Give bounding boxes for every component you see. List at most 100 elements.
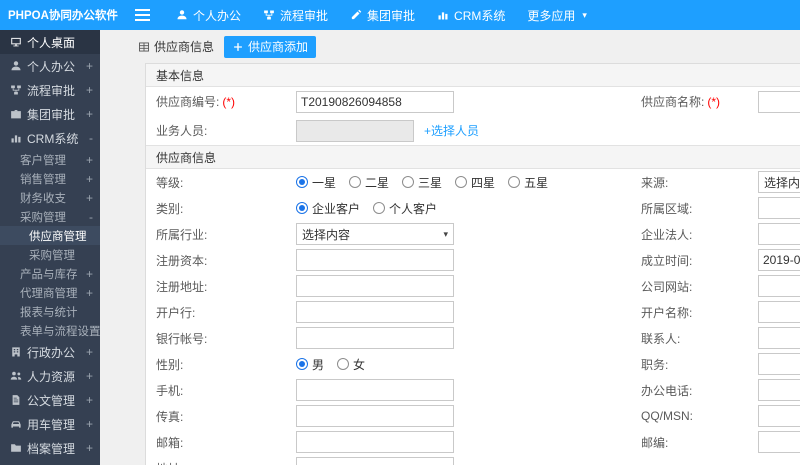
- sidebar-item-sales-mgmt[interactable]: 销售管理 +: [0, 169, 100, 188]
- tab-supplier-info[interactable]: 供应商信息: [130, 36, 222, 58]
- expand-plus-icon[interactable]: +: [86, 345, 93, 359]
- nav-item-group-approval[interactable]: 集团审批: [339, 0, 426, 30]
- sidebar-item-crm-system[interactable]: CRM系统 -: [0, 126, 100, 150]
- supplier-name-input[interactable]: [758, 90, 800, 113]
- sidebar-item-purchasing[interactable]: 采购管理: [0, 245, 100, 264]
- nav-item-crm-system[interactable]: CRM系统: [426, 0, 516, 30]
- expand-plus-icon[interactable]: +: [86, 286, 93, 300]
- industry-select[interactable]: 选择内容 ▾: [296, 223, 454, 245]
- expand-plus-icon[interactable]: +: [86, 369, 93, 383]
- edit-icon: [350, 9, 362, 21]
- sidebar-item-product-inventory[interactable]: 产品与库存 +: [0, 264, 100, 283]
- bank-input[interactable]: [296, 301, 454, 323]
- fax-label: 传真:: [156, 409, 184, 424]
- sidebar-item-agent-mgmt[interactable]: 代理商管理 +: [0, 283, 100, 302]
- required-mark: (*): [707, 95, 721, 109]
- office-phone-input[interactable]: [758, 379, 800, 401]
- expand-plus-icon[interactable]: +: [86, 83, 93, 97]
- sidebar-item-customer-mgmt[interactable]: 客户管理 +: [0, 150, 100, 169]
- category-option-company[interactable]: 企业客户: [296, 200, 360, 217]
- gender-option-male[interactable]: 男: [296, 356, 324, 373]
- sidebar-item-finance[interactable]: 财务收支 +: [0, 188, 100, 207]
- account-name-input[interactable]: [758, 301, 800, 323]
- expand-plus-icon[interactable]: +: [86, 191, 93, 205]
- website-input[interactable]: [758, 275, 800, 297]
- establish-date-label: 成立时间:: [641, 253, 693, 268]
- sidebar-item-personal-desktop[interactable]: 个人桌面: [0, 30, 100, 54]
- grade-option-2star[interactable]: 二星: [349, 174, 389, 191]
- sidebar-item-admin-office[interactable]: 行政办公 +: [0, 340, 100, 364]
- collapse-minus-icon[interactable]: -: [89, 210, 93, 224]
- expand-plus-icon[interactable]: +: [86, 107, 93, 121]
- address-input[interactable]: [296, 457, 454, 465]
- contact-input[interactable]: [758, 327, 800, 349]
- sidebar-item-label: 集团审批: [27, 107, 76, 122]
- sidebar-item-vehicle-mgmt[interactable]: 用车管理 +: [0, 412, 100, 436]
- sidebar-item-supplier-mgmt[interactable]: 供应商管理: [0, 226, 100, 245]
- flow-icon: [10, 84, 22, 96]
- content-area: 供应商信息 供应商添加 基本信息 供应商编号: (*) T20190826094…: [100, 30, 800, 465]
- grade-option-1star[interactable]: 一星: [296, 174, 336, 191]
- expand-plus-icon[interactable]: +: [86, 59, 93, 73]
- grade-option-5star[interactable]: 五星: [508, 174, 548, 191]
- business-person-input[interactable]: [296, 119, 414, 142]
- form-row: 类别: 企业客户 个人客户 所属区域:: [146, 195, 800, 221]
- top-nav: 个人办公 流程审批 集团审批 CRM系统 更多应用 ▾: [165, 0, 598, 30]
- mobile-input[interactable]: [296, 379, 454, 401]
- grade-option-4star[interactable]: 四星: [455, 174, 495, 191]
- bank-account-input[interactable]: [296, 327, 454, 349]
- source-select[interactable]: 选择内容▾: [758, 171, 800, 193]
- form-row: 银行帐号: 联系人:: [146, 325, 800, 351]
- legal-person-input[interactable]: [758, 223, 800, 245]
- establish-date-input[interactable]: [758, 249, 800, 271]
- sidebar-item-personal-office[interactable]: 个人办公 +: [0, 54, 100, 78]
- sidebar-item-purchase-mgmt[interactable]: 采购管理 -: [0, 207, 100, 226]
- sidebar-item-hr[interactable]: 人力资源 +: [0, 364, 100, 388]
- nav-item-more-apps[interactable]: 更多应用 ▾: [516, 0, 598, 30]
- form-row: 开户行: 开户名称:: [146, 299, 800, 325]
- region-input[interactable]: [758, 197, 800, 219]
- sidebar-item-archive-mgmt[interactable]: 档案管理 +: [0, 436, 100, 460]
- sidebar-item-reports-stats[interactable]: 报表与统计: [0, 302, 100, 321]
- expand-plus-icon[interactable]: +: [86, 441, 93, 455]
- form-row: 手机: 办公电话:: [146, 377, 800, 403]
- sidebar-item-process-approval[interactable]: 流程审批 +: [0, 78, 100, 102]
- category-label: 类别:: [156, 201, 184, 216]
- expand-plus-icon[interactable]: +: [86, 417, 93, 431]
- category-option-person[interactable]: 个人客户: [373, 200, 437, 217]
- sidebar-item-group-approval[interactable]: 集团审批 +: [0, 102, 100, 126]
- select-person-link[interactable]: +选择人员: [424, 122, 479, 139]
- briefcase-icon: [10, 108, 22, 120]
- tab-bar: 供应商信息 供应商添加: [100, 30, 800, 63]
- hamburger-menu-icon[interactable]: [135, 9, 150, 21]
- collapse-minus-icon[interactable]: -: [89, 131, 93, 145]
- expand-plus-icon[interactable]: +: [86, 172, 93, 186]
- supplier-info-section: 供应商信息 等级: 一星 二星 三星 四星 五星 来源: 选择内 类别: 企业客…: [146, 145, 800, 465]
- registered-address-label: 注册地址:: [156, 279, 208, 294]
- expand-plus-icon[interactable]: +: [86, 393, 93, 407]
- registered-address-input[interactable]: [296, 275, 454, 297]
- gender-option-female[interactable]: 女: [337, 356, 365, 373]
- sidebar-item-official-docs[interactable]: 公文管理 +: [0, 388, 100, 412]
- radio-icon: [455, 176, 468, 188]
- nav-item-personal-office[interactable]: 个人办公: [165, 0, 252, 30]
- expand-plus-icon[interactable]: +: [86, 267, 93, 281]
- zip-input[interactable]: [758, 431, 800, 453]
- fax-input[interactable]: [296, 405, 454, 427]
- email-input[interactable]: [296, 431, 454, 453]
- expand-plus-icon[interactable]: +: [86, 153, 93, 167]
- sidebar-item-label: 流程审批: [27, 83, 76, 98]
- supplier-code-input[interactable]: [296, 90, 454, 113]
- position-input[interactable]: [758, 353, 800, 375]
- grade-radio-group: 一星 二星 三星 四星 五星: [296, 174, 606, 191]
- tab-supplier-add[interactable]: 供应商添加: [224, 35, 317, 58]
- nav-label: 更多应用: [527, 8, 576, 23]
- qq-msn-input[interactable]: [758, 405, 800, 427]
- registered-capital-input[interactable]: [296, 249, 454, 271]
- grade-option-3star[interactable]: 三星: [402, 174, 442, 191]
- sidebar-item-label: CRM系统: [27, 131, 79, 146]
- nav-item-process-approval[interactable]: 流程审批: [252, 0, 339, 30]
- form-row: 所属行业: 选择内容 ▾ 企业法人:: [146, 221, 800, 247]
- sidebar-item-form-flow-settings[interactable]: 表单与流程设置+: [0, 321, 100, 340]
- gender-radio-group: 男 女: [296, 356, 606, 373]
